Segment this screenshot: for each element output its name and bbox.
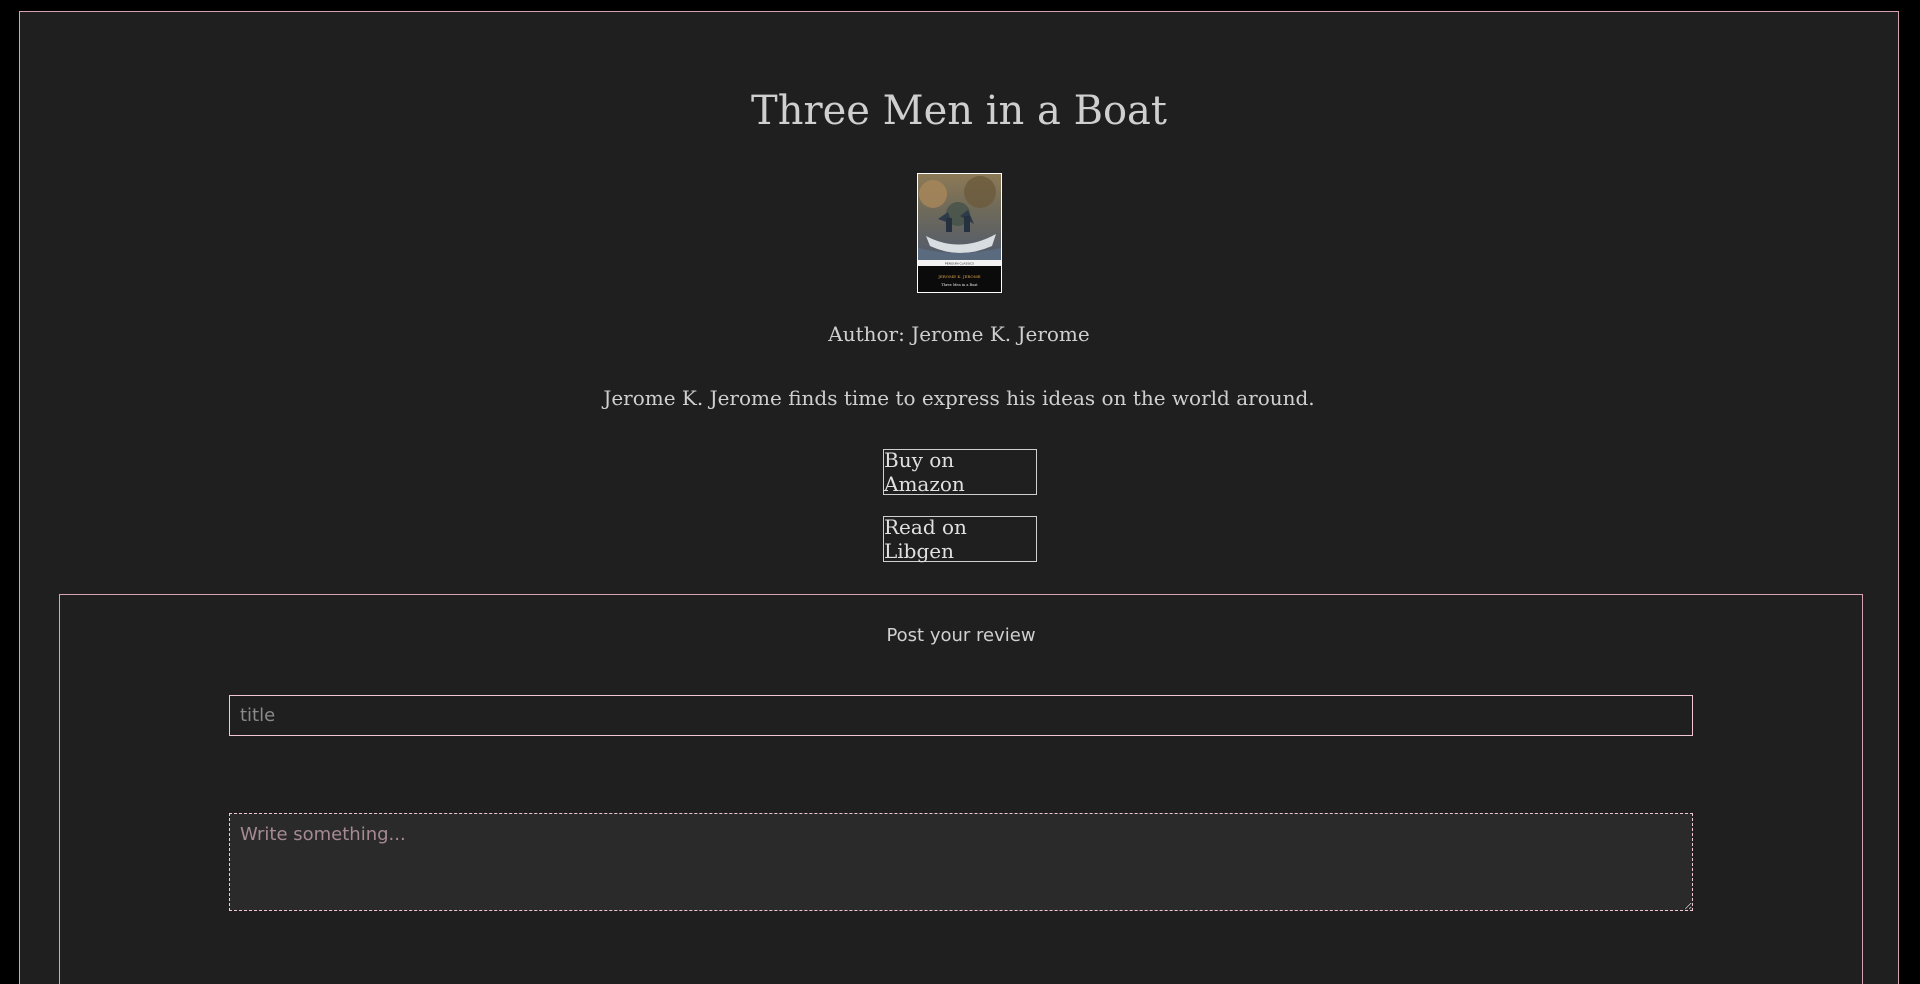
review-heading: Post your review	[886, 625, 1036, 646]
page-container: Three Men in a Boat PENGUIN CLASSICS JER…	[19, 11, 1899, 984]
author-line: Author: Jerome K. Jerome	[828, 322, 1090, 346]
review-body-textarea[interactable]	[229, 813, 1693, 911]
book-title: Three Men in a Boat	[751, 88, 1167, 134]
book-cover-image: PENGUIN CLASSICS JEROME K. JEROME Three …	[917, 173, 1002, 293]
review-title-input[interactable]	[229, 695, 1693, 736]
buy-on-amazon-button[interactable]: Buy on Amazon	[883, 448, 1037, 496]
cover-series-text: PENGUIN CLASSICS	[945, 262, 974, 266]
cover-author-text: JEROME K. JEROME	[937, 274, 981, 279]
book-cover-artwork: PENGUIN CLASSICS JEROME K. JEROME Three …	[918, 174, 1001, 292]
cover-title-text: Three Men in a Boat	[941, 283, 978, 287]
review-form: Post your review	[59, 594, 1863, 984]
book-description: Jerome K. Jerome finds time to express h…	[603, 386, 1315, 410]
read-on-libgen-button[interactable]: Read on Libgen	[883, 515, 1037, 563]
